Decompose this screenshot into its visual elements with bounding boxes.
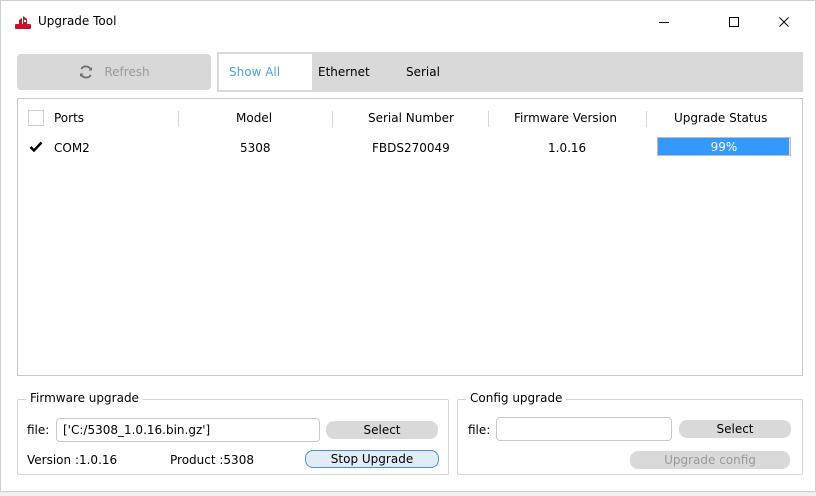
refresh-label: Refresh: [104, 65, 150, 79]
refresh-icon: [80, 65, 93, 79]
column-header-upgrade-status: Upgrade Status: [674, 111, 768, 125]
firmware-upgrade-group: Firmware upgrade file: Select Version :1…: [17, 391, 449, 475]
window-title: Upgrade Tool: [38, 14, 117, 28]
firmware-file-input[interactable]: [56, 418, 320, 442]
upgrade-config-button[interactable]: Upgrade config: [630, 451, 790, 469]
row-port: COM2: [54, 141, 90, 155]
column-header-firmware-version: Firmware Version: [514, 111, 617, 125]
filter-tabs: Show All Ethernet Serial: [217, 52, 803, 92]
row-model: 5308: [240, 141, 271, 155]
firmware-file-label: file:: [27, 423, 50, 437]
column-header-model: Model: [236, 111, 273, 125]
title-bar: Upgrade Tool: [1, 1, 815, 41]
column-header-ports: Ports: [54, 111, 85, 125]
upgrade-status-text: 99%: [710, 139, 738, 154]
row-serial-number: FBDS270049: [372, 141, 450, 155]
maximize-button[interactable]: [716, 9, 752, 35]
column-divider: [178, 111, 179, 127]
config-upgrade-group: Config upgrade file: Select Upgrade conf…: [457, 391, 803, 475]
config-file-input[interactable]: [496, 417, 672, 441]
firmware-upgrade-title: Firmware upgrade: [26, 391, 143, 405]
device-table: Ports Model Serial Number Firmware Versi…: [17, 98, 803, 376]
config-upgrade-title: Config upgrade: [466, 391, 567, 405]
checkmark-icon: [29, 141, 43, 153]
tab-serial[interactable]: Serial: [406, 54, 440, 90]
close-icon: [779, 17, 789, 27]
stop-upgrade-button[interactable]: Stop Upgrade: [305, 450, 439, 468]
firmware-version-text: Version :1.0.16: [27, 453, 118, 467]
tab-ethernet[interactable]: Ethernet: [318, 54, 370, 90]
column-divider: [488, 111, 489, 127]
app-logo-icon: [15, 16, 31, 29]
column-divider: [646, 111, 647, 127]
minimize-button[interactable]: [646, 9, 682, 35]
config-file-label: file:: [468, 423, 491, 437]
row-checkbox[interactable]: [28, 139, 44, 155]
product-text: Product :5308: [170, 453, 254, 467]
firmware-select-button[interactable]: Select: [326, 421, 438, 439]
close-button[interactable]: [766, 9, 802, 35]
minimize-icon: [659, 22, 669, 23]
upgrade-tool-window: Upgrade Tool Refresh Show All Ethernet S…: [0, 0, 816, 492]
maximize-icon: [729, 17, 739, 27]
config-select-button[interactable]: Select: [679, 420, 791, 438]
column-header-serial-number: Serial Number: [368, 111, 454, 125]
column-divider: [332, 111, 333, 127]
refresh-button[interactable]: Refresh: [17, 54, 211, 90]
tab-show-all[interactable]: Show All: [219, 54, 312, 90]
select-all-checkbox[interactable]: [28, 110, 44, 126]
row-firmware-version: 1.0.16: [548, 141, 587, 155]
upgrade-progress-bar: 99%: [657, 137, 791, 156]
